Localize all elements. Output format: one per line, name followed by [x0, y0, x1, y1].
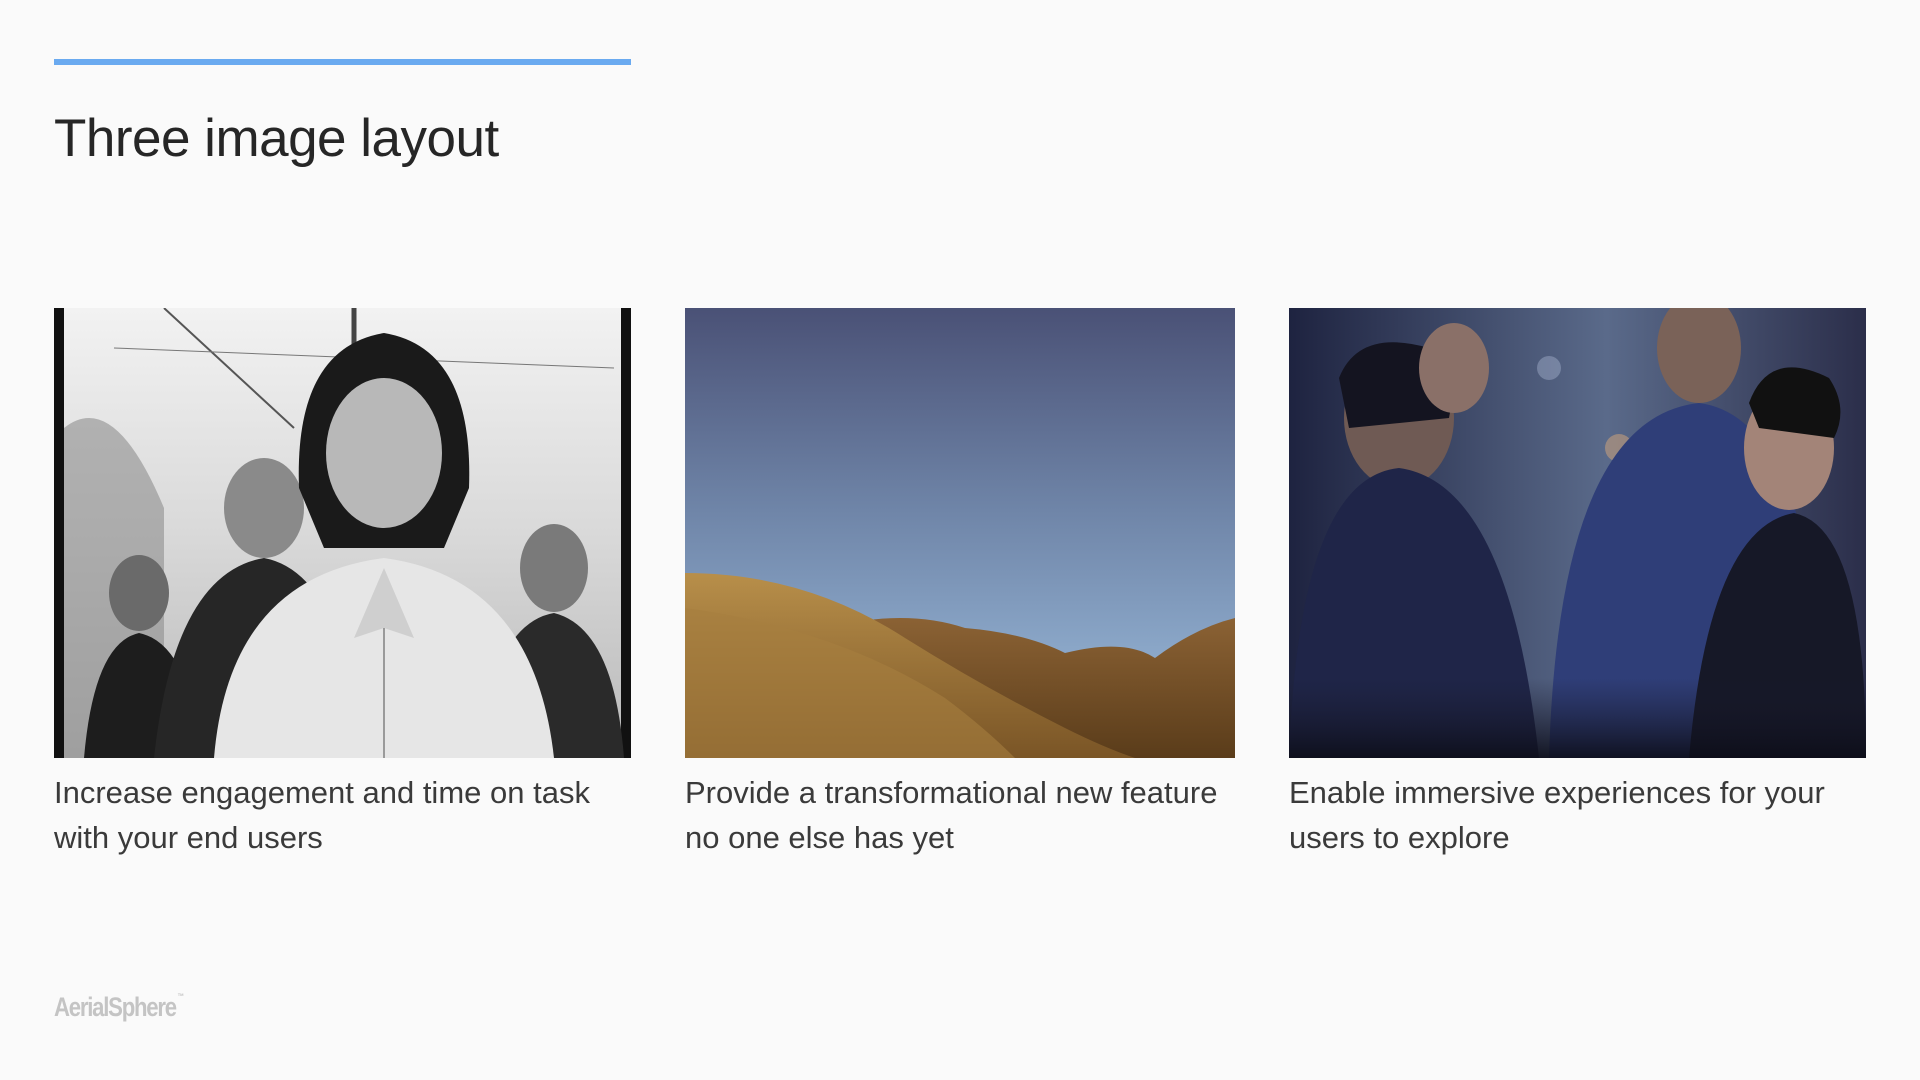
hills-landscape-photo [685, 308, 1235, 758]
band-photo-blue [1289, 308, 1866, 758]
image-card-3: Enable immersive experiences for your us… [1289, 308, 1866, 860]
image-card-2: Provide a transformational new feature n… [685, 308, 1235, 860]
band-photo-bw [54, 308, 631, 758]
card-1-caption: Increase engagement and time on task wit… [54, 775, 590, 855]
card-2-caption: Provide a transformational new feature n… [685, 775, 1218, 855]
image-card-1: Increase engagement and time on task wit… [54, 308, 631, 860]
title-accent-bar [54, 59, 631, 65]
logo-text: AerialSphere [54, 992, 177, 1022]
aerialsphere-logo: AerialSphere ™ [54, 992, 184, 1023]
card-3-caption: Enable immersive experiences for your us… [1289, 775, 1825, 855]
slide: Three image layout Increase engagement a… [0, 0, 1920, 1080]
slide-title: Three image layout [54, 109, 499, 168]
trademark-mark: ™ [177, 992, 185, 1001]
